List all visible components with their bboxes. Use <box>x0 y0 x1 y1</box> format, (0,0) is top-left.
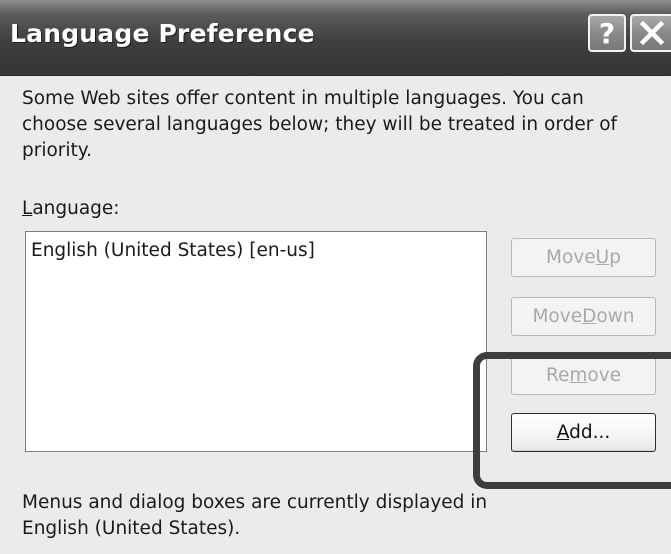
remove-button[interactable]: Re m ove <box>511 356 656 395</box>
current-language-status: Menus and dialog boxes are currently dis… <box>22 492 488 539</box>
close-button[interactable] <box>630 14 671 52</box>
move-up-label-pre: Move <box>546 247 596 268</box>
window-title: Language Preference <box>10 19 315 48</box>
move-down-label-pre: Move <box>532 306 583 327</box>
remove-label-mnemonic: m <box>569 365 588 386</box>
move-up-label-post: p <box>609 247 621 268</box>
move-down-label-post: own <box>596 306 635 327</box>
add-label-mnemonic: A <box>556 422 570 443</box>
language-label-rest: anguage: <box>32 198 120 219</box>
language-label-mnemonic: L <box>22 198 33 219</box>
language-preference-dialog: Language Preference ? Some Web sites off… <box>0 0 671 554</box>
move-down-button[interactable]: Move Down <box>511 297 656 336</box>
language-listbox[interactable]: English (United States) [en-us] <box>25 231 487 452</box>
add-button-focus: Add... <box>551 419 616 446</box>
language-label: Language: <box>22 198 120 219</box>
help-icon: ? <box>598 16 616 50</box>
list-item[interactable]: English (United States) [en-us] <box>31 240 315 261</box>
help-button[interactable]: ? <box>588 14 626 52</box>
remove-label-post: ove <box>587 365 622 386</box>
move-down-label-mnemonic: D <box>582 306 597 327</box>
remove-label-pre: Re <box>545 365 570 386</box>
title-bar[interactable]: Language Preference ? <box>0 0 671 76</box>
add-button[interactable]: Add... <box>511 413 656 452</box>
move-up-label-mnemonic: U <box>595 247 610 268</box>
intro-text: Some Web sites offer content in multiple… <box>22 88 618 161</box>
close-icon <box>639 20 664 46</box>
move-up-button[interactable]: Move Up <box>511 238 656 277</box>
add-label-post: dd... <box>569 422 611 443</box>
